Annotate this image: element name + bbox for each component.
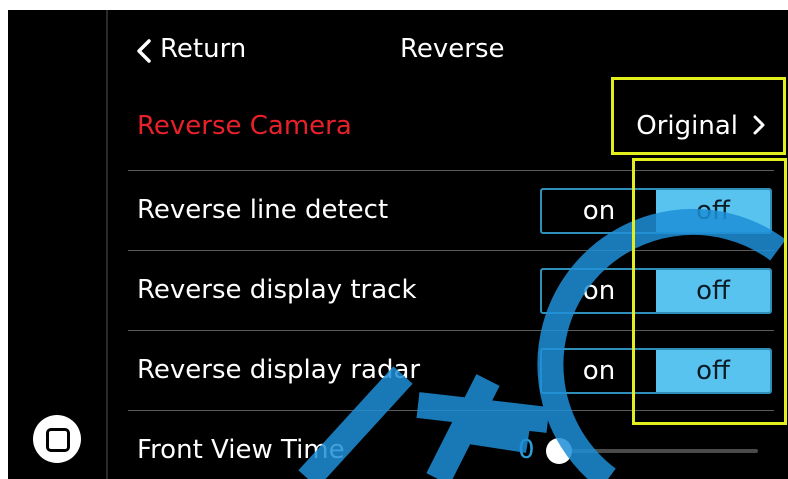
home-button[interactable] bbox=[33, 415, 81, 463]
front-view-time-slider-track[interactable] bbox=[558, 449, 758, 453]
setting-label: Front View Time bbox=[137, 435, 345, 465]
top-bar: Return Reverse bbox=[108, 10, 788, 80]
highlight-box-off-toggles bbox=[632, 158, 787, 425]
highlight-box-camera-value bbox=[611, 77, 786, 155]
chevron-left-icon bbox=[137, 39, 151, 63]
sidebar bbox=[8, 10, 108, 479]
front-view-time-value: 0 bbox=[518, 435, 535, 465]
setting-label: Reverse line detect bbox=[137, 195, 389, 225]
setting-label: Reverse display radar bbox=[137, 355, 421, 385]
setting-label: Reverse display track bbox=[137, 275, 417, 305]
return-label: Return bbox=[160, 34, 247, 64]
reverse-camera-label: Reverse Camera bbox=[137, 111, 352, 141]
page-title: Reverse bbox=[400, 34, 505, 64]
home-icon bbox=[46, 428, 70, 452]
front-view-time-slider-handle[interactable] bbox=[546, 438, 572, 464]
